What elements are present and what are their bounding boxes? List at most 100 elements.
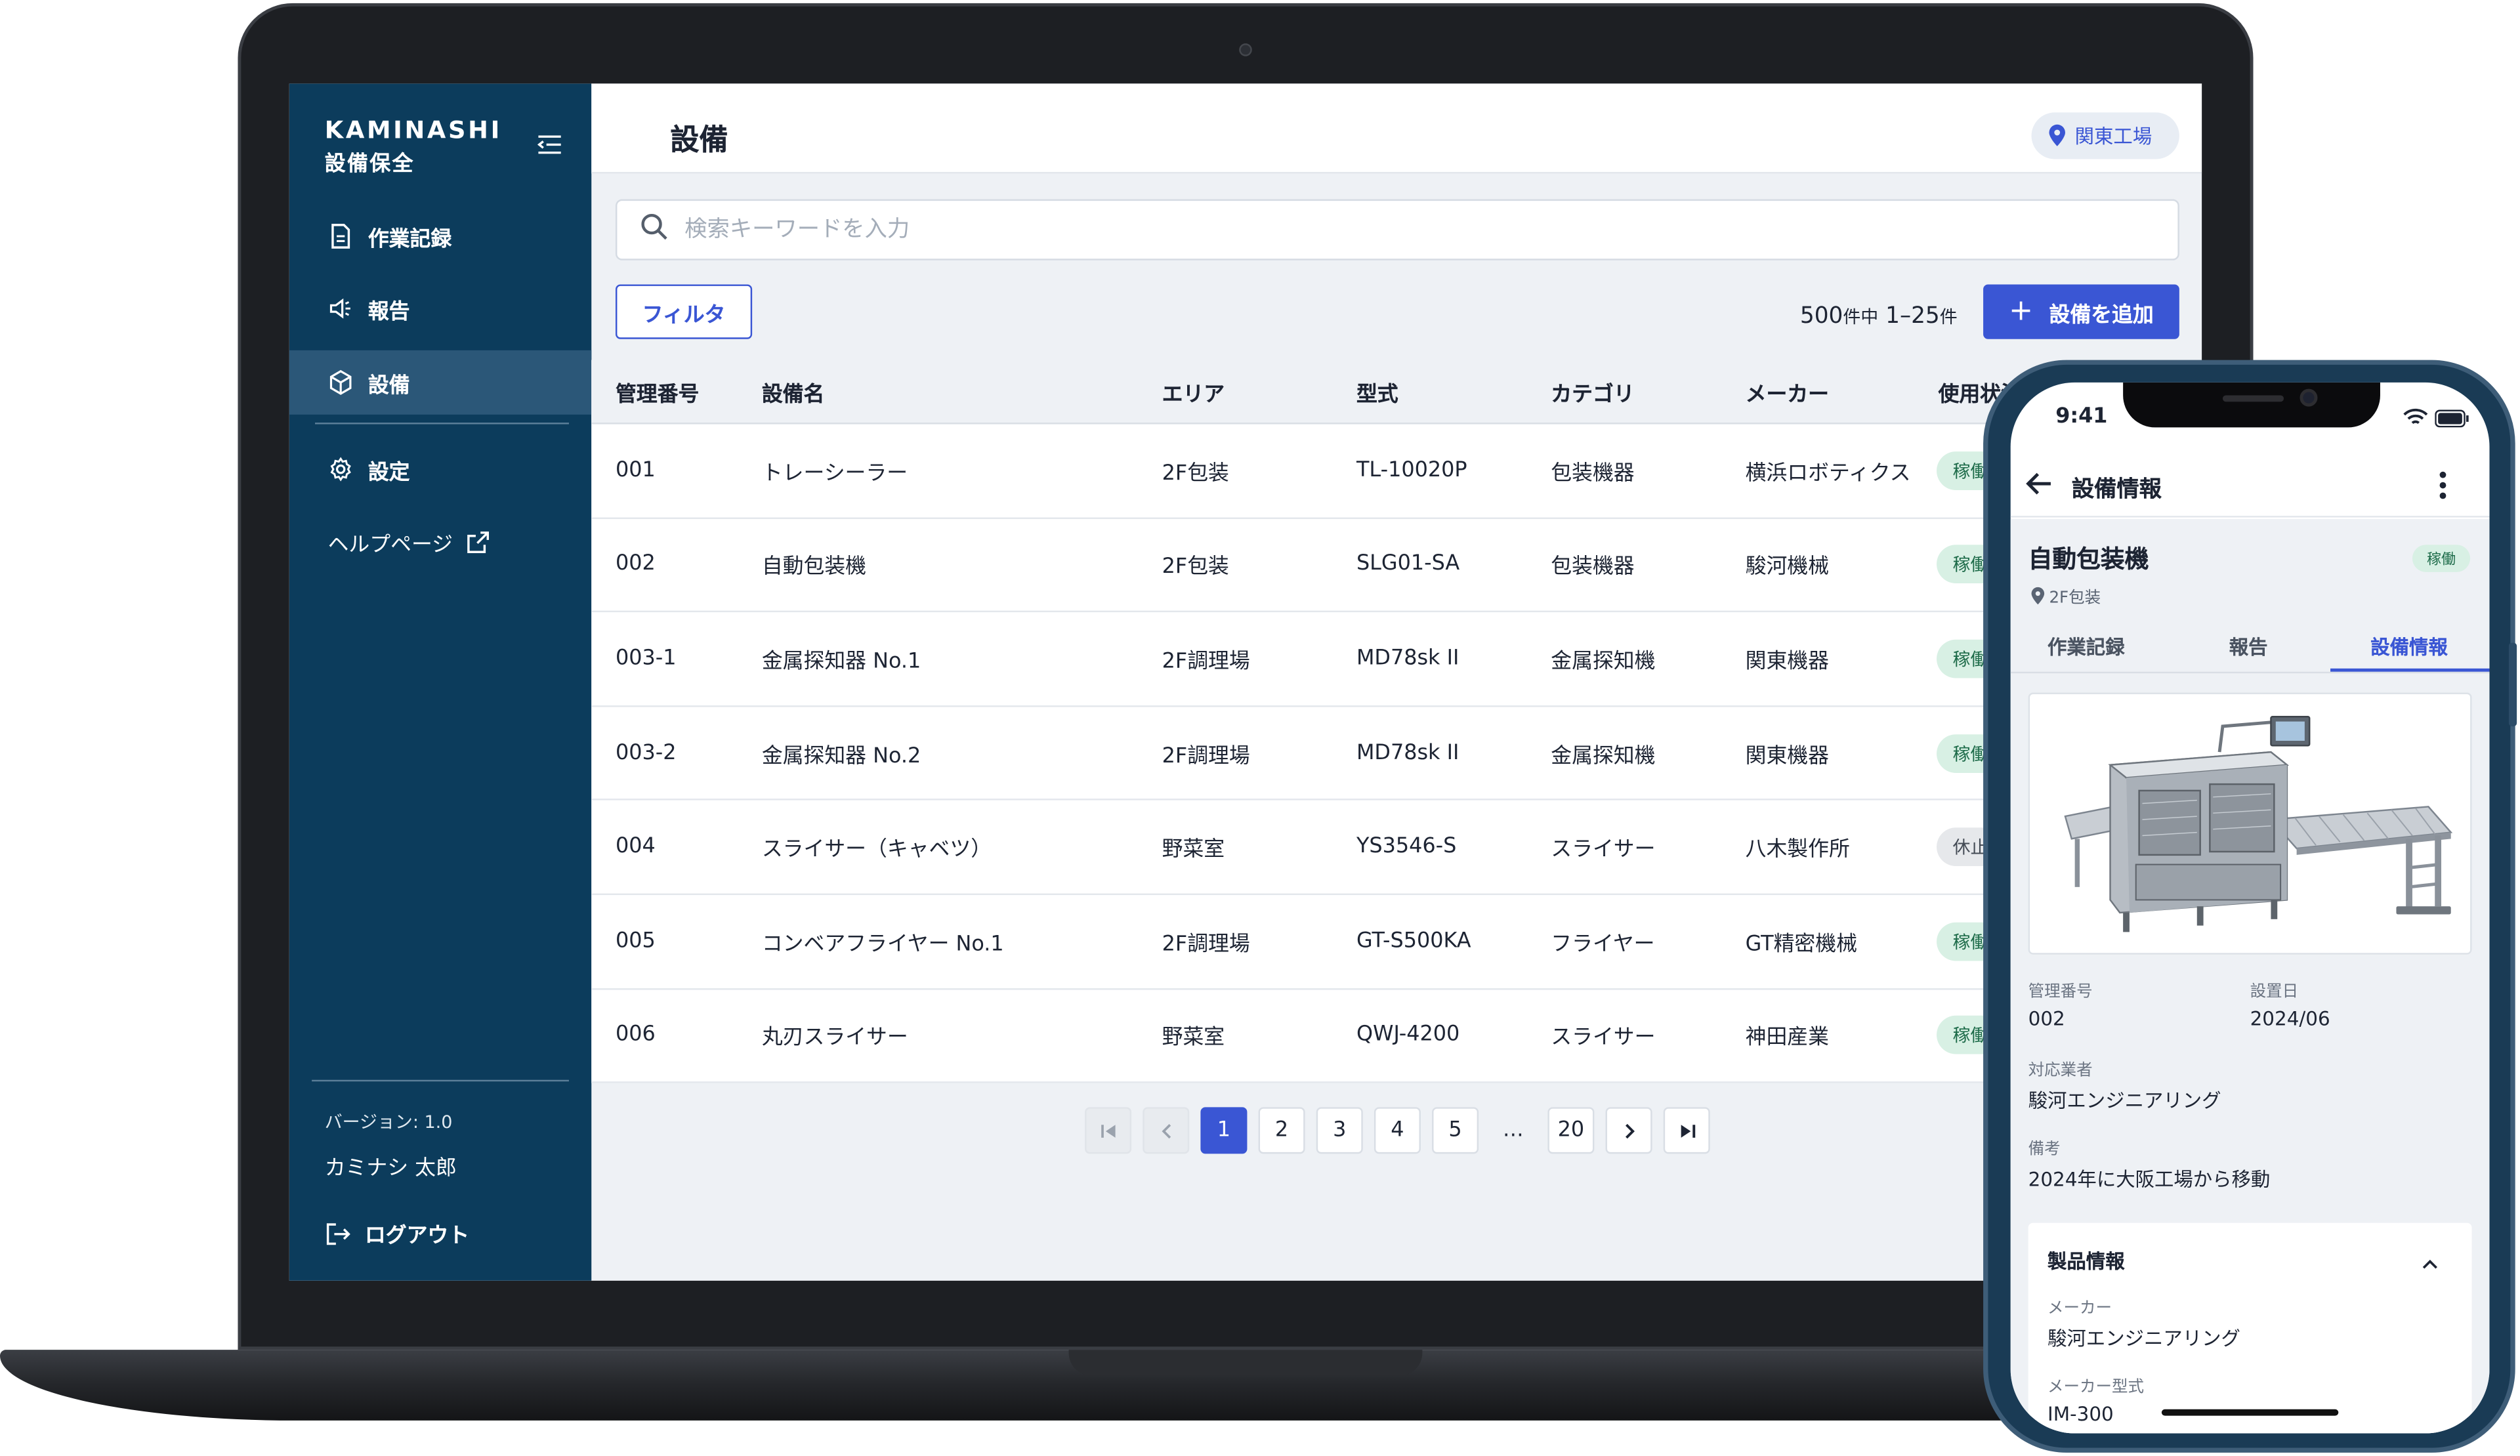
field-label-id: 管理番号 (2028, 983, 2093, 1001)
sidebar-item-label: ヘルプページ (327, 532, 453, 557)
page-button-2[interactable]: 2 (1258, 1107, 1305, 1154)
laptop-hinge-notch (1068, 1350, 1423, 1376)
result-count: 500件中 1–25件 (1800, 304, 1958, 329)
cell-name: 自動包装機 (761, 556, 867, 580)
cell-id: 003-2 (615, 741, 677, 765)
table-row[interactable]: 005 コンベアフライヤー No.1 2F調理場 GT-S500KA フライヤー GT精密… (591, 895, 2202, 989)
tab-reports[interactable]: 報告 (2229, 633, 2268, 661)
battery-icon (2435, 409, 2469, 427)
column-header-model[interactable]: 型式 (1356, 376, 1398, 407)
product-info-card: 製品情報 メーカー 駿河エンジニアリング メーカー型式 IM-300 (2028, 1222, 2472, 1434)
logout-label: ログアウト (364, 1224, 470, 1249)
phone-side-button (2508, 642, 2517, 726)
table-row[interactable]: 004 スライサー（キャベツ） 野菜室 YS3546-S スライサー 八木製作所 休止 (591, 801, 2202, 896)
cell-area: 2F包装 (1162, 556, 1229, 580)
column-header-area[interactable]: エリア (1162, 376, 1225, 407)
cell-name: 金属探知器 No.1 (761, 650, 921, 675)
last-page-button[interactable] (1663, 1107, 1710, 1154)
phone-header: 設備情報 (2010, 453, 2490, 518)
tab-equipment-info[interactable]: 設備情報 (2370, 633, 2448, 661)
location-pin-icon (2048, 124, 2067, 148)
first-page-button[interactable] (1085, 1107, 1132, 1154)
cell-maker: 横浜ロボティクス (1745, 461, 1911, 486)
status-badge: 稼働 (2412, 545, 2471, 572)
megaphone-icon (328, 296, 354, 322)
table-row[interactable]: 006 丸刃スライサー 野菜室 QWJ-4200 スライサー 神田産業 稼働 (591, 989, 2202, 1084)
sidebar-item-equipment[interactable]: 設備 (289, 350, 592, 415)
pagination: 1 2 3 4 5 … 20 (1085, 1107, 1721, 1155)
cell-maker: GT精密機械 (1745, 932, 1857, 957)
logout-button[interactable]: ログアウト (325, 1218, 469, 1249)
column-header-category[interactable]: カテゴリ (1551, 376, 1634, 407)
page-button-1[interactable]: 1 (1200, 1107, 1248, 1154)
chevron-up-icon[interactable] (2420, 1249, 2439, 1279)
phone-tabs: 作業記録 報告 設備情報 (2010, 619, 2490, 674)
status-time: 9:41 (2055, 405, 2108, 429)
search-input[interactable] (684, 217, 2132, 243)
cell-category: 金属探知機 (1551, 650, 1656, 675)
cell-name: コンベアフライヤー No.1 (761, 932, 1004, 957)
page-button-4[interactable]: 4 (1374, 1107, 1421, 1154)
search-box (615, 199, 2179, 260)
count-range: 1–25 (1885, 303, 1940, 330)
cell-model: TL-10020P (1356, 458, 1467, 483)
column-header-id[interactable]: 管理番号 (616, 376, 699, 407)
logout-icon (325, 1220, 350, 1246)
plus-icon: + (2009, 294, 2034, 328)
chevron-left-icon (1161, 1123, 1170, 1138)
cell-id: 006 (615, 1023, 656, 1048)
cell-id: 001 (615, 458, 656, 483)
page-button-3[interactable]: 3 (1316, 1107, 1363, 1154)
product-model-value: IM-300 (2048, 1402, 2114, 1426)
more-options-icon[interactable] (2431, 469, 2454, 508)
cell-model: QWJ-4200 (1356, 1023, 1460, 1048)
table-row[interactable]: 001 トレーシーラー 2F包装 TL-10020P 包装機器 横浜ロボティクス 稼働 (591, 425, 2202, 519)
cube-icon (328, 369, 354, 395)
cell-area: 2F調理場 (1162, 744, 1250, 768)
table-row[interactable]: 002 自動包装機 2F包装 SLG01-SA 包装機器 駿河機械 稼働 (591, 518, 2202, 613)
top-bar: 設備 関東工場 (591, 83, 2202, 174)
cell-model: MD78sk II (1356, 646, 1460, 671)
cell-model: SLG01-SA (1356, 552, 1460, 577)
cell-name: 丸刃スライサー (761, 1026, 908, 1051)
field-value-note: 2024年に大阪工場から移動 (2028, 1168, 2271, 1191)
table-row[interactable]: 003-1 金属探知器 No.1 2F調理場 MD78sk II 金属探知機 関東機器 稼働 (591, 613, 2202, 707)
user-name: カミナシ 太郎 (324, 1157, 457, 1182)
cell-id: 004 (615, 835, 656, 860)
product-maker-value: 駿河エンジニアリング (2048, 1327, 2240, 1350)
cell-area: 野菜室 (1162, 838, 1225, 863)
page-button-5[interactable]: 5 (1432, 1107, 1479, 1154)
version-label: バージョン: 1.0 (324, 1112, 453, 1133)
sidebar-item-records[interactable]: 作業記録 (289, 204, 591, 268)
cell-model: MD78sk II (1356, 741, 1460, 765)
table-row[interactable]: 003-2 金属探知器 No.2 2F調理場 MD78sk II 金属探知機 関東機器 稼働 (591, 707, 2202, 801)
field-value-id: 002 (2028, 1007, 2065, 1030)
page-button-last[interactable]: 20 (1547, 1107, 1595, 1154)
back-arrow-icon[interactable] (2023, 468, 2055, 507)
location-label: 関東工場 (2074, 125, 2152, 148)
menu-collapse-icon[interactable] (537, 132, 562, 154)
sidebar-item-help[interactable]: ヘルプページ (289, 509, 591, 573)
add-equipment-button[interactable]: + 設備を追加 (1983, 284, 2179, 339)
cell-category: フライヤー (1551, 932, 1655, 957)
field-label-vendor: 対応業者 (2028, 1062, 2093, 1080)
gear-icon (328, 457, 354, 482)
column-header-name[interactable]: 設備名 (762, 376, 825, 407)
next-page-button[interactable] (1605, 1107, 1652, 1154)
location-selector[interactable]: 関東工場 (2031, 112, 2179, 159)
cell-maker: 関東機器 (1745, 744, 1830, 768)
last-page-icon (1680, 1124, 1694, 1137)
sidebar-item-label: 設備 (368, 373, 410, 398)
sidebar-item-label: 設定 (368, 460, 410, 485)
column-header-maker[interactable]: メーカー (1746, 376, 1829, 407)
field-value-vendor: 駿河エンジニアリング (2028, 1089, 2221, 1112)
tab-records[interactable]: 作業記録 (2048, 633, 2125, 661)
product-info-title: 製品情報 (2048, 1250, 2125, 1273)
sidebar-item-reports[interactable]: 報告 (289, 276, 591, 341)
equipment-area: 2F包装 (2030, 583, 2101, 608)
filter-button[interactable]: フィルタ (615, 284, 753, 339)
prev-page-button[interactable] (1143, 1107, 1190, 1154)
cell-area: 2F調理場 (1162, 932, 1250, 957)
cell-area: 2F包装 (1162, 461, 1229, 486)
sidebar-item-settings[interactable]: 設定 (289, 437, 591, 501)
